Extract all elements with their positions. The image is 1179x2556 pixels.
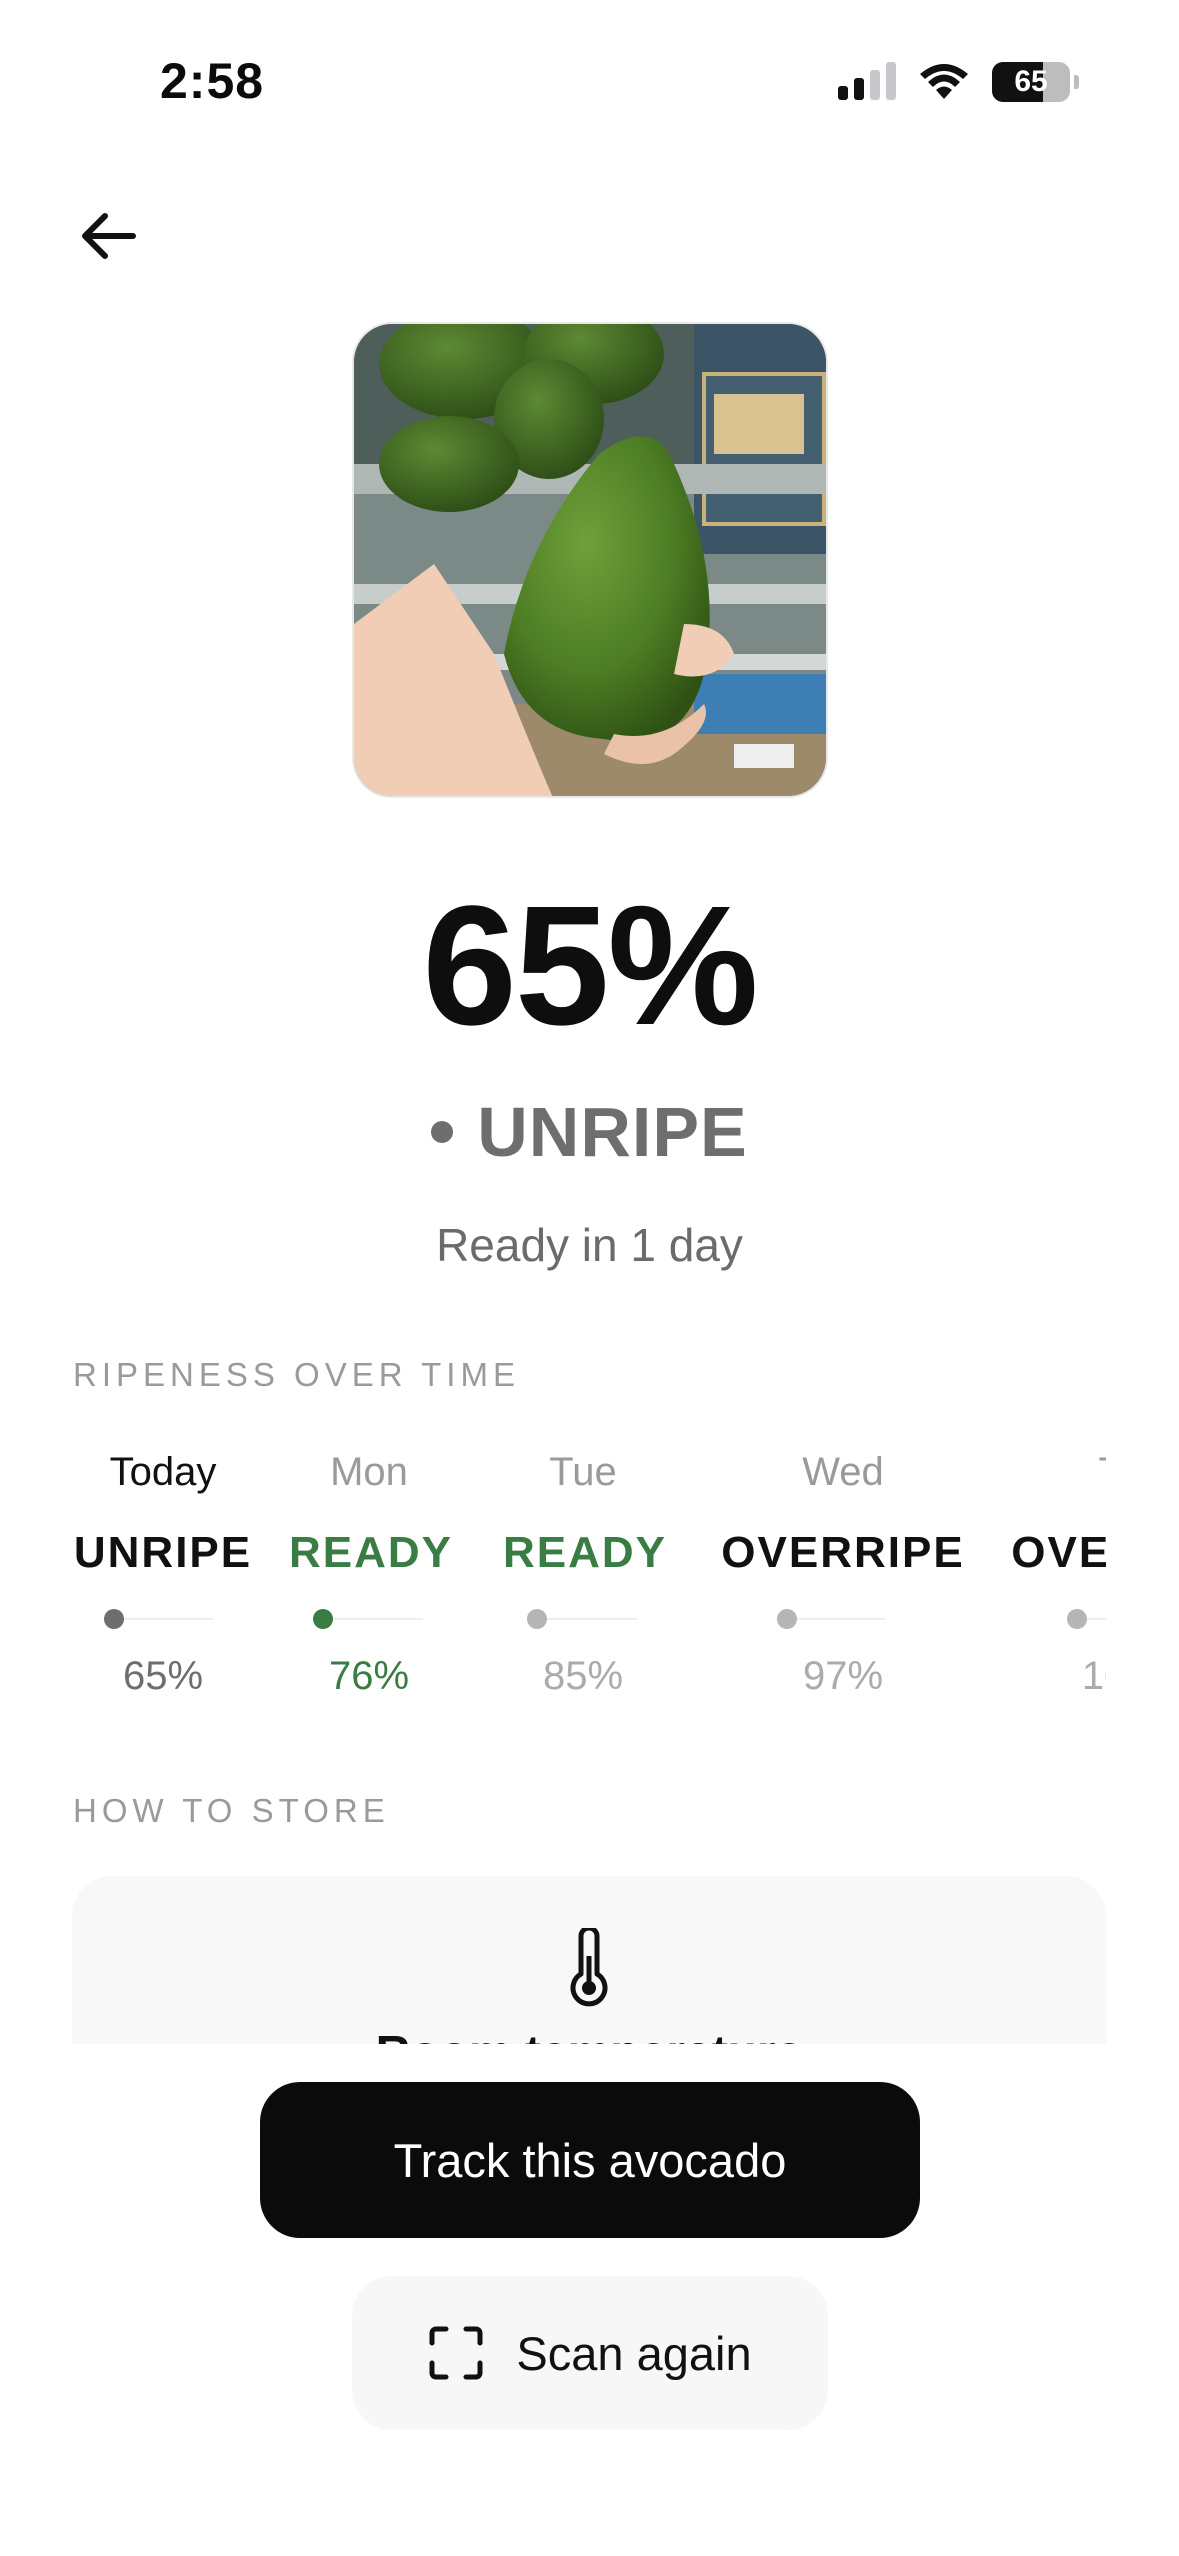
track-avocado-button[interactable]: Track this avocado [260, 2082, 920, 2238]
ripeness-timeline[interactable]: Today UNRIPE 65% Mon READY 76% Tue READY… [73, 1440, 1106, 1720]
avocado-photo [352, 322, 828, 798]
storage-card-heading: Room temperature [72, 2026, 1106, 2046]
timeline-day-label: Wed [802, 1450, 884, 1494]
scan-again-label: Scan again [516, 2326, 752, 2380]
timeline-value: 100% [1081, 1654, 1106, 1698]
timeline-day-1: Mon READY 76% [289, 1440, 454, 1720]
status-dot-icon [431, 1121, 454, 1143]
timeline-state-label: READY [289, 1528, 454, 1577]
track-avocado-label: Track this avocado [393, 2133, 787, 2187]
timeline-value: 76% [328, 1654, 410, 1698]
ripeness-status-text: UNRIPE [477, 1093, 748, 1171]
timeline-day-3: Wed OVERRIPE 97% [713, 1440, 973, 1720]
timeline-connector [537, 1618, 637, 1620]
timeline-value: 65% [122, 1654, 204, 1698]
timeline-dot [313, 1609, 333, 1629]
timeline-state-label: READY [503, 1528, 668, 1577]
scan-frame-icon [429, 2326, 483, 2380]
timeline-dot [1067, 1609, 1087, 1629]
ripeness-percentage: 65% [422, 871, 758, 1061]
battery-level: 65 [1014, 65, 1048, 98]
timeline-connector [785, 1618, 885, 1620]
timeline-dot [104, 1609, 124, 1629]
timeline-connector [323, 1618, 423, 1620]
arrow-left-icon [82, 213, 136, 259]
thermometer-icon [570, 1928, 608, 2007]
storage-card[interactable]: Room temperature [72, 1876, 1106, 2046]
wifi-icon [920, 64, 968, 99]
ripeness-status: UNRIPE [0, 1092, 1179, 1172]
timeline-state-label: UNRIPE [73, 1528, 253, 1577]
status-time: 2:58 [160, 53, 265, 109]
timeline-dot [777, 1609, 797, 1629]
timeline-state-label: OVERRIPE [721, 1528, 965, 1577]
ripeness-section-title: RIPENESS OVER TIME [73, 1356, 520, 1393]
timeline-value: 97% [802, 1654, 884, 1698]
battery-cap [1074, 75, 1079, 89]
timeline-day-label: Thu [1003, 1450, 1106, 1495]
timeline-connector [113, 1618, 213, 1620]
ripeness-result-screen: 2:58 65 65% UNRIPE Ready in 1 day RIPENE… [0, 0, 1179, 2556]
status-icons: 65 [838, 62, 1079, 102]
timeline-state-label: OVERRIPE [1011, 1528, 1106, 1577]
ready-in-text: Ready in 1 day [436, 1219, 743, 1271]
timeline-day-0: Today UNRIPE 65% [73, 1440, 253, 1720]
timeline-value: 85% [542, 1654, 624, 1698]
battery-icon: 65 [992, 62, 1070, 102]
timeline-day-label: Today [109, 1450, 217, 1494]
timeline-day-label: Mon [330, 1450, 408, 1494]
scan-again-button[interactable]: Scan again [352, 2276, 828, 2430]
timeline-day-2: Tue READY 85% [503, 1440, 668, 1720]
cellular-signal-icon [838, 62, 896, 100]
timeline-day-label: Tue [549, 1450, 617, 1494]
back-button[interactable] [72, 200, 144, 272]
timeline-day-4: Thu OVERRIPE 100% [1003, 1440, 1106, 1720]
storage-section-title: HOW TO STORE [73, 1792, 390, 1829]
timeline-dot [527, 1609, 547, 1629]
